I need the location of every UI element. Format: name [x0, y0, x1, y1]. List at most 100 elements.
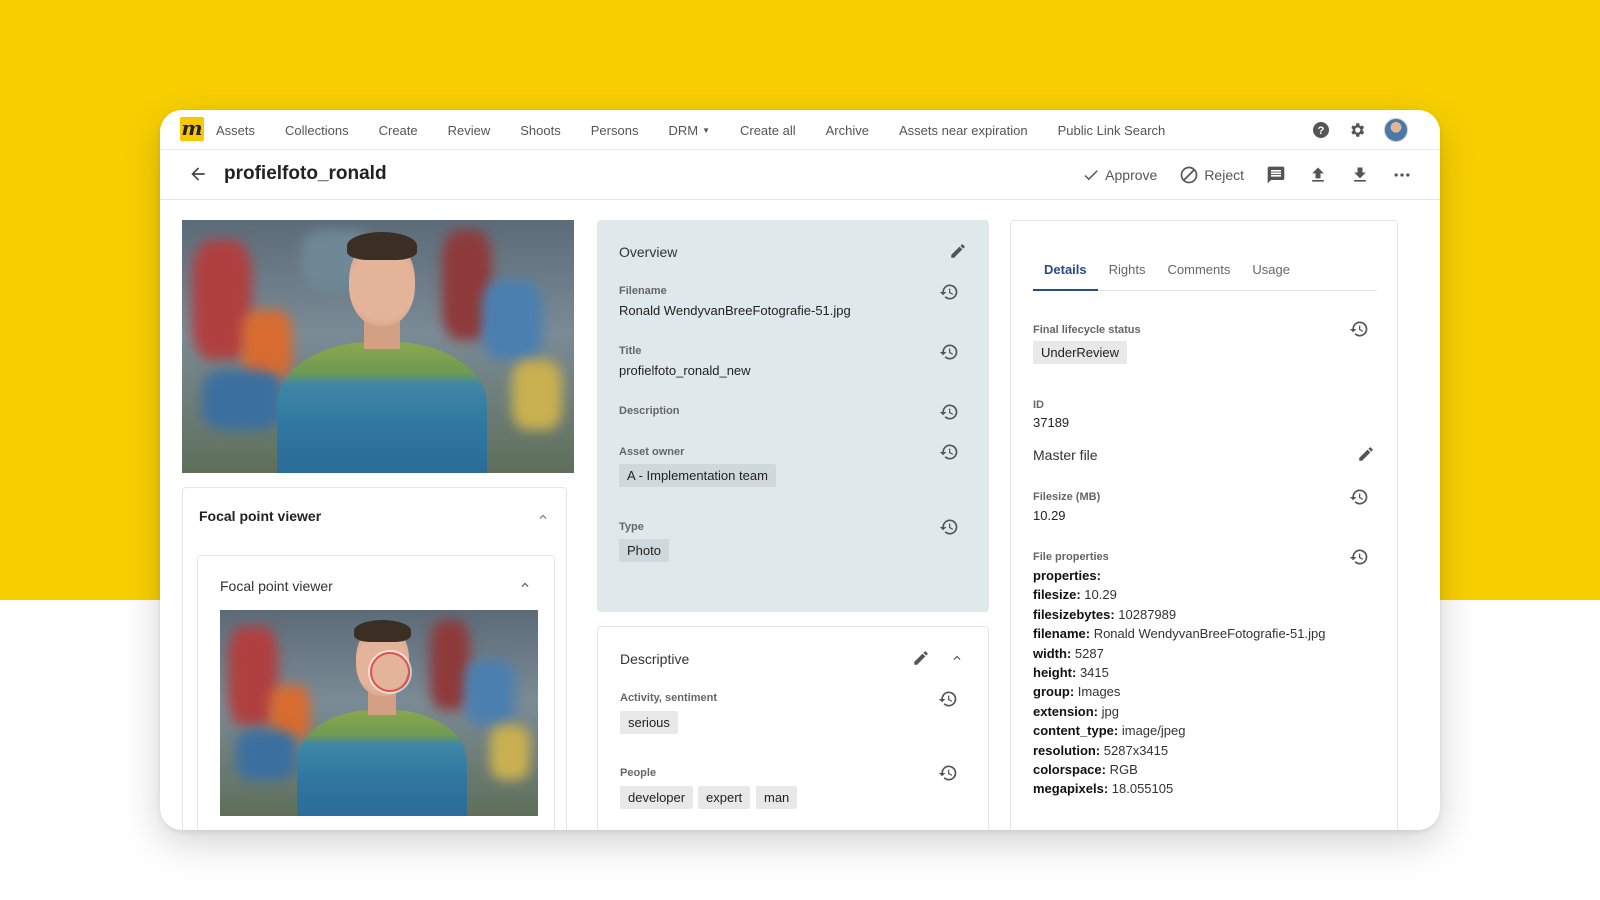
filename-label: Filename [619, 285, 667, 297]
upload-icon[interactable] [1308, 165, 1328, 185]
property-value: 10287989 [1114, 606, 1177, 622]
focal-point-viewer: Focal point viewer [197, 555, 555, 830]
edit-pencil-icon[interactable] [912, 649, 930, 667]
history-icon[interactable] [938, 689, 958, 709]
history-icon[interactable] [939, 517, 959, 537]
nav-icons: ? [1294, 110, 1408, 150]
nav-item-persons[interactable]: Persons [591, 123, 639, 138]
svg-text:?: ? [1318, 125, 1325, 137]
asset-preview-image[interactable] [182, 220, 574, 473]
user-avatar[interactable] [1384, 118, 1408, 142]
download-icon[interactable] [1350, 165, 1370, 185]
edit-pencil-icon[interactable] [1357, 445, 1375, 463]
focal-point-marker[interactable] [370, 652, 410, 692]
tab-usage[interactable]: Usage [1241, 251, 1301, 291]
tab-comments[interactable]: Comments [1157, 251, 1242, 291]
property-row: group: Images [1033, 682, 1325, 701]
overview-title: Overview [619, 244, 678, 260]
file-properties-label: File properties [1033, 551, 1109, 563]
chevron-up-icon[interactable] [518, 578, 532, 597]
tab-details[interactable]: Details [1033, 251, 1098, 291]
comment-icon[interactable] [1266, 165, 1286, 185]
property-key: content_type: [1033, 723, 1119, 739]
nav-item-assets-near-expiration[interactable]: Assets near expiration [899, 123, 1028, 138]
back-arrow-icon[interactable] [188, 164, 208, 189]
chevron-up-icon[interactable] [536, 510, 550, 529]
top-navigation: m Assets Collections Create Review Shoot… [160, 110, 1440, 150]
property-row: colorspace: RGB [1033, 760, 1325, 779]
nav-item-archive[interactable]: Archive [826, 123, 869, 138]
property-key: group: [1033, 684, 1075, 700]
property-row: filesizebytes: 10287989 [1033, 605, 1325, 624]
property-row: filename: Ronald WendyvanBreeFotografie-… [1033, 624, 1325, 643]
property-value: 3415 [1076, 665, 1109, 681]
nav-item-create-all[interactable]: Create all [740, 123, 796, 138]
history-icon[interactable] [1349, 319, 1369, 339]
edit-pencil-icon[interactable] [949, 242, 967, 260]
nav-item-public-link-search[interactable]: Public Link Search [1058, 123, 1166, 138]
approve-button[interactable]: Approve [1082, 166, 1157, 184]
history-icon[interactable] [939, 402, 959, 422]
nav-item-review[interactable]: Review [448, 123, 491, 138]
history-icon[interactable] [939, 442, 959, 462]
history-icon[interactable] [939, 342, 959, 362]
people-tag-expert: expert [698, 786, 751, 809]
focal-point-card: Focal point viewer Focal point viewer [182, 487, 567, 830]
type-label: Type [619, 521, 644, 533]
app-window: m Assets Collections Create Review Shoot… [160, 110, 1440, 830]
property-value: 5287 [1071, 645, 1104, 661]
id-label: ID [1033, 399, 1044, 411]
nav-item-drm[interactable]: DRM ▼ [668, 123, 710, 138]
more-options-icon[interactable] [1392, 165, 1412, 185]
property-row: extension: jpg [1033, 702, 1325, 721]
app-logo[interactable]: m [180, 117, 204, 141]
activity-sentiment-label: Activity, sentiment [620, 692, 717, 704]
title-label: Title [619, 345, 642, 357]
title-bar: profielfoto_ronald Approve Reject [160, 150, 1440, 200]
property-row: properties: [1033, 566, 1325, 585]
details-panel: Details Rights Comments Usage Final life… [1010, 220, 1398, 830]
property-value: 18.055105 [1108, 781, 1174, 797]
reject-button[interactable]: Reject [1179, 165, 1244, 185]
id-value: 37189 [1033, 415, 1070, 430]
check-icon [1084, 170, 1098, 181]
history-icon[interactable] [938, 763, 958, 783]
descriptive-panel: Descriptive Activity, sentiment serious … [597, 626, 989, 830]
property-key: filesizebytes: [1033, 606, 1115, 622]
activity-sentiment-chip: serious [620, 711, 678, 734]
focal-card-title: Focal point viewer [199, 508, 322, 524]
reject-label: Reject [1204, 167, 1244, 183]
property-row: width: 5287 [1033, 644, 1325, 663]
overview-panel: Overview Filename Ronald WendyvanBreeFot… [597, 220, 989, 612]
property-key: filename: [1033, 626, 1091, 642]
property-row: content_type: image/jpeg [1033, 721, 1325, 740]
history-icon[interactable] [1349, 487, 1369, 507]
help-icon[interactable]: ? [1312, 121, 1330, 139]
caret-down-icon: ▼ [702, 125, 710, 135]
property-row: resolution: 5287x3415 [1033, 741, 1325, 760]
gear-icon[interactable] [1348, 121, 1366, 139]
focal-person-figure [220, 610, 538, 816]
property-key: width: [1033, 645, 1072, 661]
focal-point-image[interactable] [220, 610, 538, 816]
nav-item-collections[interactable]: Collections [285, 123, 349, 138]
property-key: colorspace: [1033, 762, 1106, 778]
history-icon[interactable] [939, 282, 959, 302]
chevron-up-icon[interactable] [950, 651, 964, 665]
property-key: filesize: [1033, 587, 1081, 603]
asset-owner-chip: A - Implementation team [619, 464, 776, 487]
nav-item-assets[interactable]: Assets [216, 123, 255, 138]
property-value: 5287x3415 [1100, 742, 1169, 758]
property-row: filesize: 10.29 [1033, 585, 1325, 604]
history-icon[interactable] [1349, 547, 1369, 567]
people-tag-developer: developer [620, 786, 694, 809]
person-figure [182, 220, 574, 473]
nav-item-shoots[interactable]: Shoots [520, 123, 560, 138]
property-key: height: [1033, 665, 1077, 681]
title-value: profielfoto_ronald_new [619, 363, 751, 378]
property-value: jpg [1098, 703, 1119, 719]
approve-label: Approve [1105, 167, 1158, 183]
focal-viewer-title: Focal point viewer [220, 578, 333, 594]
tab-rights[interactable]: Rights [1098, 251, 1157, 291]
nav-item-create[interactable]: Create [379, 123, 418, 138]
